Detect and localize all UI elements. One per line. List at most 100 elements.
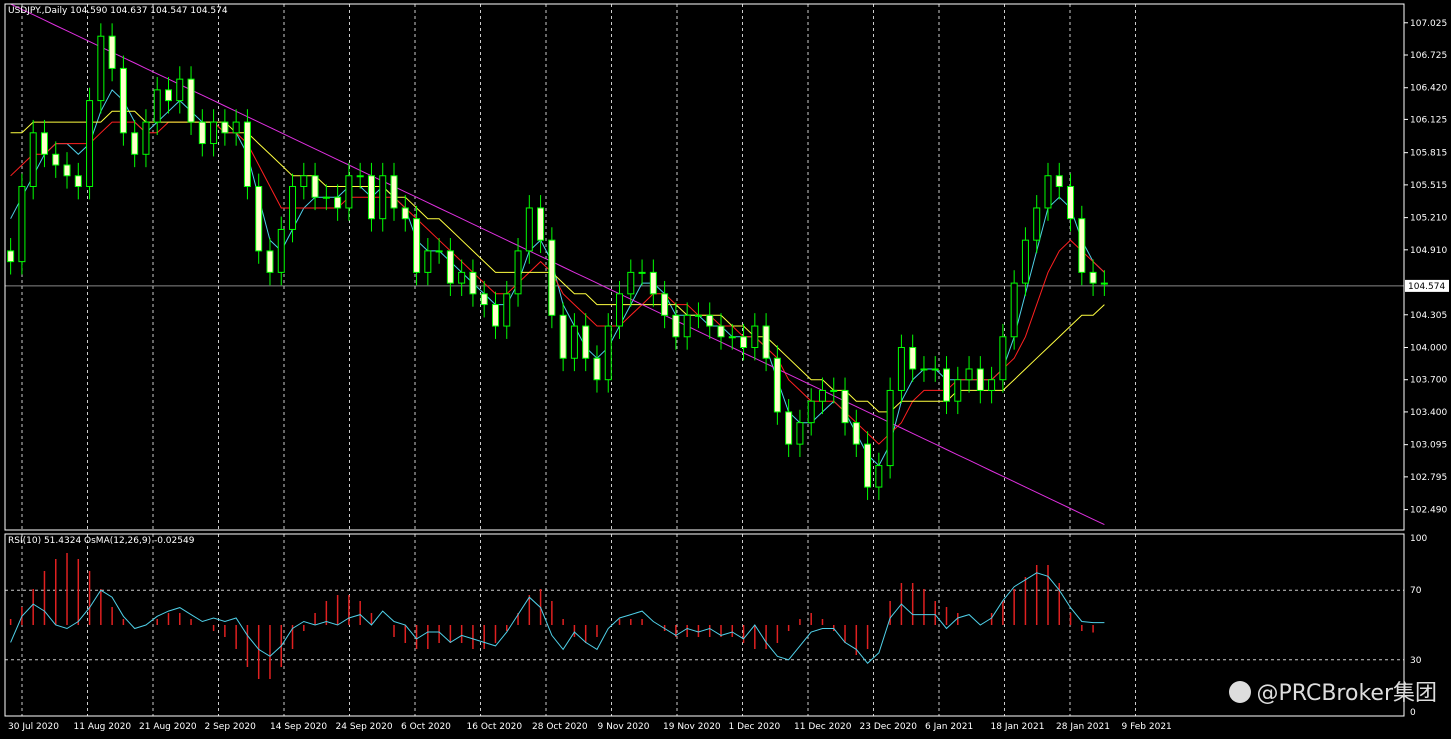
candle-body: [886, 389, 894, 467]
candle-body: [830, 389, 838, 392]
candle-body: [119, 67, 127, 134]
candle-body: [740, 336, 748, 349]
x-tick-label: 11 Aug 2020: [74, 722, 132, 732]
candle-body: [762, 325, 770, 359]
candle-body: [266, 250, 274, 273]
candle-body: [277, 228, 285, 273]
candle-body: [570, 325, 578, 359]
candle-body: [198, 121, 206, 145]
candle-body: [311, 175, 319, 198]
y-tick-label: 104.305: [1410, 311, 1447, 321]
x-tick-label: 28 Oct 2020: [532, 722, 588, 732]
x-tick-label: 6 Oct 2020: [401, 722, 451, 732]
candle-body: [593, 357, 601, 381]
chart-canvas[interactable]: 107.025 106.725 106.420 106.125 105.815 105.5…: [0, 0, 1451, 739]
x-tick-label: 11 Dec 2020: [794, 722, 852, 732]
candle-body: [142, 121, 150, 155]
candle-body: [875, 465, 883, 488]
candle-body: [232, 121, 240, 134]
candle-body: [683, 314, 691, 338]
ma-line: [10, 110, 1105, 413]
x-tick-label: 14 Sep 2020: [270, 722, 327, 732]
candle-body: [458, 271, 466, 284]
candle-body: [864, 443, 872, 488]
candles: [7, 23, 1108, 500]
candle-body: [627, 271, 635, 295]
candle-body: [852, 422, 860, 445]
sub-y-tick-label: 0: [1410, 708, 1416, 718]
candle-body: [525, 207, 533, 252]
candle-body: [616, 293, 624, 327]
candle-body: [943, 368, 951, 402]
candle-body: [413, 218, 421, 273]
y-tick-label: 104.000: [1410, 344, 1447, 354]
y-tick-label: 102.490: [1410, 506, 1447, 516]
symbol-header: USDJPY.,Daily 104.590 104.637 104.547 10…: [8, 6, 228, 16]
candle-body: [672, 314, 680, 338]
candle-body: [289, 185, 297, 230]
candle-body: [920, 368, 928, 371]
candle-body: [1033, 207, 1041, 241]
moving-averages: [10, 3, 1105, 526]
candle-body: [582, 325, 590, 359]
candle-body: [480, 293, 488, 306]
candle-body: [379, 175, 387, 220]
candle-body: [131, 132, 139, 155]
candle-body: [1010, 282, 1018, 338]
x-tick-label: 19 Nov 2020: [663, 722, 721, 732]
rsi-line: [10, 572, 1105, 665]
sub-y-tick-label: 30: [1410, 656, 1422, 666]
candle-body: [503, 293, 511, 327]
main-frame: [4, 3, 1405, 531]
sub-y-tick-label: 70: [1410, 586, 1422, 596]
rsi-path: [10, 572, 1105, 665]
y-tick-label: 104.910: [1410, 246, 1447, 256]
candle-body: [1021, 239, 1029, 284]
candle-body: [29, 132, 37, 187]
x-tick-label: 24 Sep 2020: [336, 722, 393, 732]
candle-body: [1055, 175, 1063, 187]
candle-body: [796, 422, 804, 445]
x-tick-label: 9 Nov 2020: [598, 722, 650, 732]
candle-body: [356, 175, 364, 178]
candle-body: [210, 121, 218, 145]
candle-body: [63, 164, 71, 177]
candle-body: [491, 304, 499, 327]
x-tick-label: 23 Dec 2020: [860, 722, 918, 732]
sub-frame: [4, 533, 1405, 717]
candle-body: [638, 271, 646, 274]
candle-body: [164, 89, 172, 102]
candle-body: [18, 185, 26, 263]
candle-body: [965, 368, 973, 381]
y-tick-label: 105.210: [1410, 214, 1447, 224]
watermark: @PRCBroker集团: [1228, 675, 1437, 707]
candle-body: [322, 196, 330, 199]
current-price-label: 104.574: [1408, 282, 1445, 292]
candle-body: [176, 78, 184, 102]
candle-body: [334, 196, 342, 209]
x-tick-label: 2 Sep 2020: [205, 722, 257, 732]
y-tick-label: 106.420: [1410, 84, 1447, 94]
candle-body: [954, 379, 962, 402]
candle-body: [86, 100, 94, 187]
candle-body: [7, 250, 15, 263]
candle-body: [537, 207, 545, 241]
candle-body: [649, 271, 657, 295]
candle-body: [74, 175, 82, 187]
candle-body: [988, 379, 996, 391]
x-tick-label: 9 Feb 2021: [1122, 722, 1172, 732]
candle-body: [390, 175, 398, 209]
y-tick-label: 103.400: [1410, 408, 1447, 418]
x-tick-label: 18 Jan 2021: [991, 722, 1045, 732]
candle-body: [909, 347, 917, 370]
candle-body: [604, 325, 612, 381]
y-tick-label: 105.815: [1410, 149, 1447, 159]
candle-body: [401, 207, 409, 220]
candle-body: [1067, 185, 1075, 220]
candle-body: [548, 239, 556, 316]
candle-body: [243, 121, 251, 187]
candle-body: [1089, 271, 1097, 284]
candle-body: [1100, 282, 1108, 285]
candle-body: [514, 250, 522, 295]
candle-body: [818, 389, 826, 402]
